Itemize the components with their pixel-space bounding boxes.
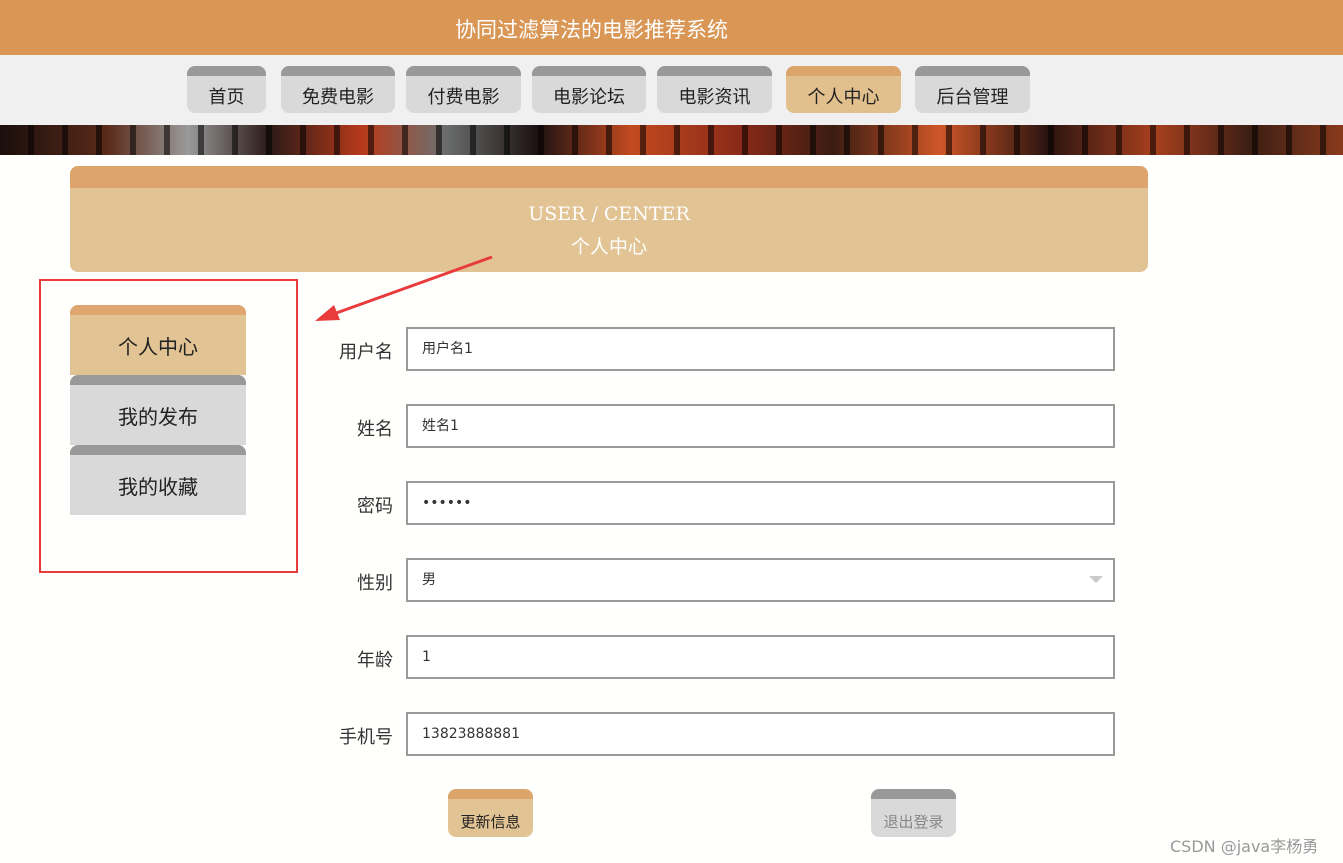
nav-item-label: 免费电影	[302, 87, 374, 108]
nav-item-forum[interactable]: 电影论坛	[532, 66, 646, 113]
nav-item-free-movies[interactable]: 免费电影	[281, 66, 395, 113]
nav-item-label: 电影论坛	[553, 87, 625, 108]
sidebar-item-label: 我的收藏	[118, 475, 198, 499]
gender-label: 性别	[357, 573, 393, 594]
banner-image	[0, 125, 1343, 155]
main-nav: 首页 免费电影 付费电影 电影论坛 电影资讯 个人中心 后台管理	[0, 55, 1343, 125]
update-info-label: 更新信息	[460, 813, 521, 831]
chevron-down-icon	[1089, 576, 1103, 583]
username-label: 用户名	[339, 342, 393, 363]
sidebar-item-label: 个人中心	[118, 335, 198, 359]
nav-item-news[interactable]: 电影资讯	[657, 66, 772, 113]
update-info-button[interactable]: 更新信息	[448, 789, 533, 837]
age-label: 年龄	[357, 650, 393, 671]
logout-button[interactable]: 退出登录	[871, 789, 956, 837]
site-title: 协同过滤算法的电影推荐系统	[455, 18, 728, 42]
nav-item-paid-movies[interactable]: 付费电影	[406, 66, 521, 113]
nav-item-label: 付费电影	[427, 87, 500, 108]
sidebar-item-my-favorites[interactable]: 我的收藏	[70, 445, 246, 515]
nav-item-label: 个人中心	[807, 87, 880, 108]
nav-item-label: 后台管理	[936, 87, 1009, 108]
password-label: 密码	[357, 496, 393, 517]
password-field[interactable]: ••••••	[406, 481, 1115, 525]
watermark: CSDN @java李杨勇	[1170, 837, 1319, 856]
name-label: 姓名	[357, 419, 393, 440]
annotation-arrow-icon	[315, 255, 493, 321]
nav-item-user-center[interactable]: 个人中心	[786, 66, 901, 113]
gender-select-value: 男	[422, 572, 436, 588]
top-header-bar: 协同过滤算法的电影推荐系统	[0, 0, 1343, 55]
name-field[interactable]: 姓名1	[406, 404, 1115, 448]
nav-item-label: 电影资讯	[678, 87, 751, 108]
sidebar-item-my-posts[interactable]: 我的发布	[70, 375, 246, 445]
phone-field[interactable]: 13823888881	[406, 712, 1115, 756]
section-title-cn: 个人中心	[570, 236, 647, 258]
nav-item-admin[interactable]: 后台管理	[915, 66, 1030, 113]
sidebar-item-user-center[interactable]: 个人中心	[70, 305, 246, 375]
username-field[interactable]: 用户名1	[406, 327, 1115, 371]
section-title-en: USER / CENTER	[528, 203, 690, 225]
age-field[interactable]: 1	[406, 635, 1115, 679]
section-header: USER / CENTER 个人中心	[70, 166, 1148, 272]
nav-item-label: 首页	[208, 87, 245, 108]
nav-item-home[interactable]: 首页	[187, 66, 266, 113]
phone-label: 手机号	[339, 727, 393, 748]
logout-label: 退出登录	[883, 813, 944, 831]
sidebar-item-label: 我的发布	[118, 405, 198, 429]
gender-select[interactable]: 男	[406, 558, 1115, 602]
